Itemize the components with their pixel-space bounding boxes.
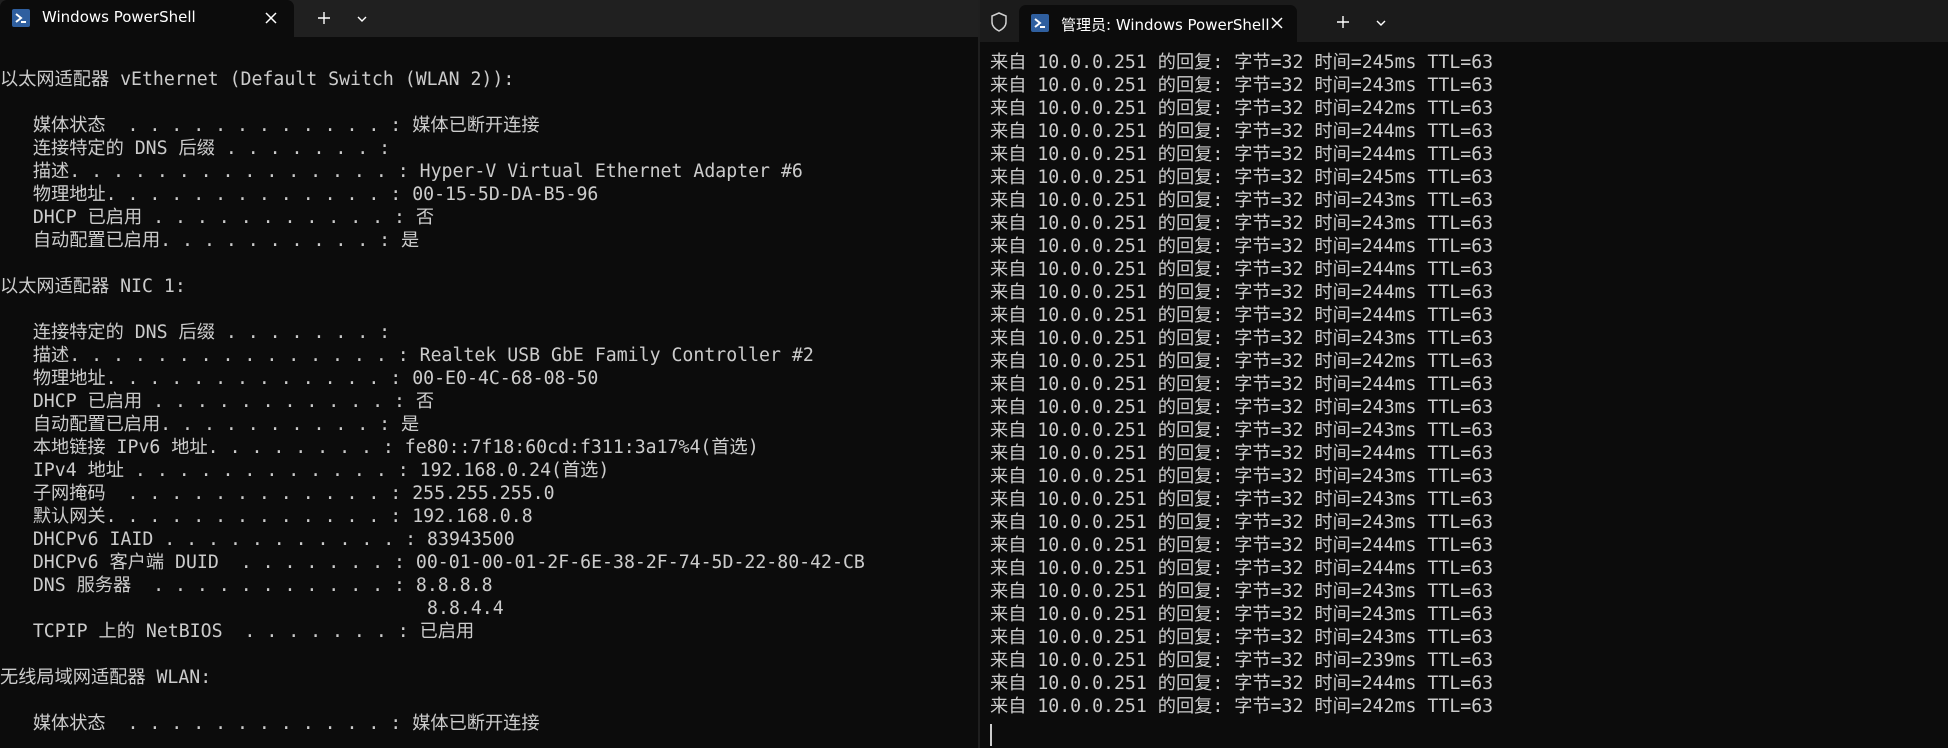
terminal-line: 来自 10.0.0.251 的回复: 字节=32 时间=243ms TTL=63: [990, 581, 1494, 602]
chevron-down-icon[interactable]: [355, 12, 369, 26]
terminal-line: 来自 10.0.0.251 的回复: 字节=32 时间=245ms TTL=63: [990, 52, 1494, 73]
terminal-line: 来自 10.0.0.251 的回复: 字节=32 时间=242ms TTL=63: [990, 351, 1494, 372]
terminal-line: 描述. . . . . . . . . . . . . . . : Hyper-…: [0, 161, 803, 182]
terminal-line: 来自 10.0.0.251 的回复: 字节=32 时间=243ms TTL=63: [990, 328, 1494, 349]
terminal-line: 默认网关. . . . . . . . . . . . . : 192.168.…: [0, 506, 533, 527]
terminal-line: IPv4 地址 . . . . . . . . . . . . : 192.16…: [0, 460, 610, 481]
terminal-output[interactable]: 以太网适配器 vEthernet (Default Switch (WLAN 2…: [0, 68, 978, 748]
terminal-line: 来自 10.0.0.251 的回复: 字节=32 时间=243ms TTL=63: [990, 627, 1494, 648]
left-tab-bar: Windows PowerShell: [0, 0, 978, 37]
terminal-line: 来自 10.0.0.251 的回复: 字节=32 时间=243ms TTL=63: [990, 397, 1494, 418]
terminal-line: 描述. . . . . . . . . . . . . . . : Realte…: [0, 345, 814, 366]
terminal-line: DHCP 已启用 . . . . . . . . . . . : 否: [0, 391, 435, 412]
terminal-output[interactable]: 来自 10.0.0.251 的回复: 字节=32 时间=245ms TTL=63…: [990, 51, 1948, 748]
terminal-line: 来自 10.0.0.251 的回复: 字节=32 时间=244ms TTL=63: [990, 121, 1494, 142]
terminal-line: 来自 10.0.0.251 的回复: 字节=32 时间=243ms TTL=63: [990, 213, 1494, 234]
right-active-tab[interactable]: 管理员: Windows PowerShell: [1019, 5, 1297, 42]
terminal-line: 来自 10.0.0.251 的回复: 字节=32 时间=243ms TTL=63: [990, 190, 1494, 211]
left-terminal-window: Windows PowerShell 以太网适配器 vEthernet (Def…: [0, 0, 978, 748]
terminal-line: 本地链接 IPv6 地址. . . . . . . . : fe80::7f18…: [0, 437, 759, 458]
terminal-line: 连接特定的 DNS 后缀 . . . . . . . :: [0, 138, 391, 159]
terminal-line: 来自 10.0.0.251 的回复: 字节=32 时间=244ms TTL=63: [990, 535, 1494, 556]
terminal-line: 8.8.4.4: [0, 598, 504, 619]
right-terminal-window: 管理员: Windows PowerShell 来自 10.0.0.251 的回…: [980, 0, 1948, 748]
close-icon[interactable]: [1269, 15, 1285, 31]
terminal-line: 自动配置已启用. . . . . . . . . . : 是: [0, 414, 420, 435]
text-cursor: [990, 724, 992, 746]
terminal-line: 来自 10.0.0.251 的回复: 字节=32 时间=243ms TTL=63: [990, 420, 1494, 441]
terminal-line: 自动配置已启用. . . . . . . . . . : 是: [0, 230, 420, 251]
terminal-line: 以太网适配器 NIC 1:: [0, 276, 186, 297]
terminal-line: 以太网适配器 vEthernet (Default Switch (WLAN 2…: [0, 69, 515, 90]
chevron-down-icon[interactable]: [1374, 16, 1388, 30]
new-tab-icon[interactable]: [1335, 14, 1351, 30]
terminal-line: DHCP 已启用 . . . . . . . . . . . : 否: [0, 207, 435, 228]
terminal-line: 来自 10.0.0.251 的回复: 字节=32 时间=243ms TTL=63: [990, 466, 1494, 487]
terminal-line: 物理地址. . . . . . . . . . . . . : 00-15-5D…: [0, 184, 599, 205]
tab-title: Windows PowerShell: [42, 8, 196, 26]
terminal-line: 媒体状态 . . . . . . . . . . . . : 媒体已断开连接: [0, 115, 540, 136]
terminal-line: 来自 10.0.0.251 的回复: 字节=32 时间=244ms TTL=63: [990, 236, 1494, 257]
terminal-line: 媒体状态 . . . . . . . . . . . . : 媒体已断开连接: [0, 713, 540, 734]
terminal-line: 物理地址. . . . . . . . . . . . . : 00-E0-4C…: [0, 368, 599, 389]
terminal-line: 来自 10.0.0.251 的回复: 字节=32 时间=244ms TTL=63: [990, 282, 1494, 303]
terminal-line: 来自 10.0.0.251 的回复: 字节=32 时间=244ms TTL=63: [990, 305, 1494, 326]
terminal-line: 无线局域网适配器 WLAN:: [0, 667, 212, 688]
terminal-line: DHCPv6 IAID . . . . . . . . . . . : 8394…: [0, 529, 515, 550]
right-tab-bar: 管理员: Windows PowerShell: [980, 0, 1948, 42]
terminal-line: 来自 10.0.0.251 的回复: 字节=32 时间=239ms TTL=63: [990, 650, 1494, 671]
new-tab-icon[interactable]: [316, 10, 332, 26]
terminal-line: DHCPv6 客户端 DUID . . . . . . . : 00-01-00…: [0, 552, 865, 573]
close-icon[interactable]: [263, 10, 279, 26]
left-active-tab[interactable]: Windows PowerShell: [0, 0, 294, 37]
terminal-line: 来自 10.0.0.251 的回复: 字节=32 时间=242ms TTL=63: [990, 696, 1494, 717]
terminal-line: TCPIP 上的 NetBIOS . . . . . . . : 已启用: [0, 621, 475, 642]
terminal-line: 来自 10.0.0.251 的回复: 字节=32 时间=243ms TTL=63: [990, 512, 1494, 533]
terminal-line: 来自 10.0.0.251 的回复: 字节=32 时间=245ms TTL=63: [990, 167, 1494, 188]
powershell-icon: [12, 9, 30, 27]
powershell-icon: [1031, 14, 1049, 32]
terminal-line: 来自 10.0.0.251 的回复: 字节=32 时间=242ms TTL=63: [990, 98, 1494, 119]
shield-icon: [991, 12, 1007, 32]
terminal-line: 来自 10.0.0.251 的回复: 字节=32 时间=243ms TTL=63: [990, 75, 1494, 96]
terminal-line: 来自 10.0.0.251 的回复: 字节=32 时间=244ms TTL=63: [990, 144, 1494, 165]
terminal-line: 来自 10.0.0.251 的回复: 字节=32 时间=244ms TTL=63: [990, 558, 1494, 579]
terminal-line: 连接特定的 DNS 后缀 . . . . . . . :: [0, 322, 391, 343]
terminal-line: 来自 10.0.0.251 的回复: 字节=32 时间=244ms TTL=63: [990, 259, 1494, 280]
terminal-line: 来自 10.0.0.251 的回复: 字节=32 时间=243ms TTL=63: [990, 604, 1494, 625]
tab-title: 管理员: Windows PowerShell: [1061, 16, 1270, 34]
terminal-line: 来自 10.0.0.251 的回复: 字节=32 时间=244ms TTL=63: [990, 374, 1494, 395]
terminal-line: 来自 10.0.0.251 的回复: 字节=32 时间=244ms TTL=63: [990, 673, 1494, 694]
terminal-line: 子网掩码 . . . . . . . . . . . . : 255.255.2…: [0, 483, 555, 504]
terminal-line: 来自 10.0.0.251 的回复: 字节=32 时间=244ms TTL=63: [990, 443, 1494, 464]
terminal-line: 来自 10.0.0.251 的回复: 字节=32 时间=243ms TTL=63: [990, 489, 1494, 510]
terminal-line: DNS 服务器 . . . . . . . . . . . : 8.8.8.8: [0, 575, 493, 596]
